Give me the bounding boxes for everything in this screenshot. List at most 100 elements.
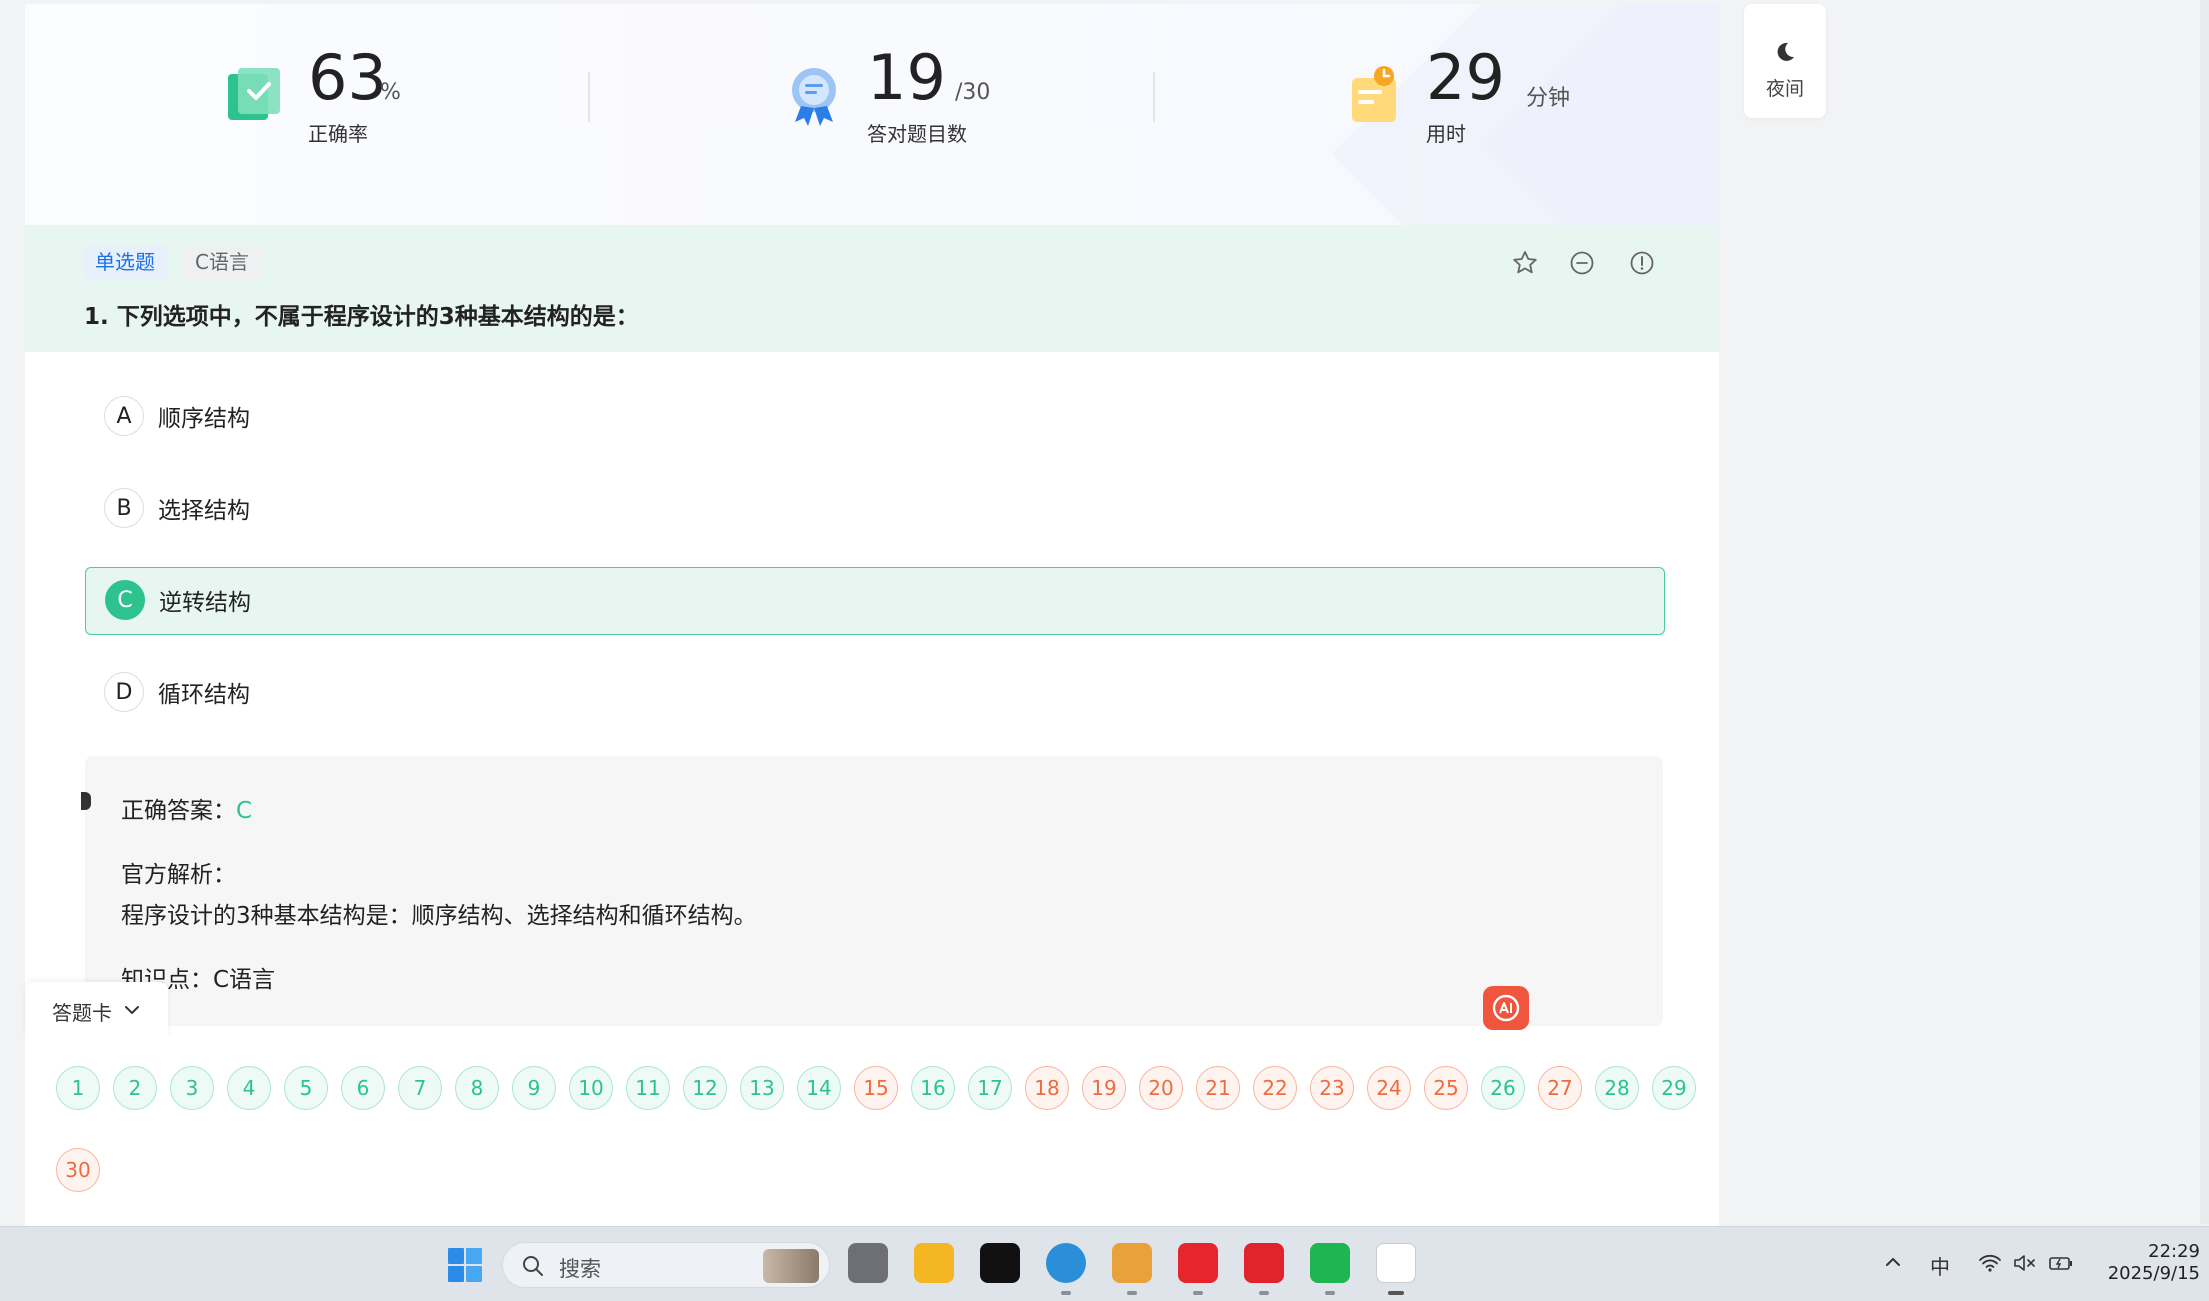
running-indicator [1259, 1291, 1269, 1295]
question-type-tag: 单选题 [83, 245, 167, 279]
stat-divider [588, 72, 590, 122]
time-value: 29 [1426, 41, 1505, 114]
clock-note-icon [1352, 66, 1396, 122]
answer-card-item-2[interactable]: 2 [113, 1066, 157, 1110]
qq-icon[interactable] [1376, 1243, 1416, 1283]
option-text: 逆转结构 [159, 590, 251, 616]
app-icon[interactable] [1112, 1243, 1152, 1283]
answer-card-item-27[interactable]: 27 [1538, 1066, 1582, 1110]
answer-card-item-29[interactable]: 29 [1652, 1066, 1696, 1110]
youdao-icon[interactable] [1244, 1243, 1284, 1283]
answer-card-item-4[interactable]: 4 [227, 1066, 271, 1110]
active-indicator [1388, 1291, 1404, 1295]
task-view-icon[interactable] [848, 1243, 888, 1283]
answer-card-item-13[interactable]: 13 [740, 1066, 784, 1110]
running-indicator [1325, 1291, 1335, 1295]
answer-card-item-23[interactable]: 23 [1310, 1066, 1354, 1110]
star-icon[interactable] [1511, 249, 1539, 277]
answer-card-item-14[interactable]: 14 [797, 1066, 841, 1110]
official-analysis-text: 程序设计的3种基本结构是：顺序结构、选择结构和循环结构。 [121, 903, 757, 929]
search-placeholder: 搜索 [559, 1257, 601, 1281]
option-b[interactable]: B 选择结构 [85, 476, 1663, 542]
analysis-panel: 正确答案：C 官方解析： 程序设计的3种基本结构是：顺序结构、选择结构和循环结构… [81, 756, 1663, 1026]
battery-charging-icon[interactable] [2048, 1253, 2074, 1273]
answer-card-item-9[interactable]: 9 [512, 1066, 556, 1110]
minus-circle-icon[interactable] [1568, 249, 1596, 277]
windows-start-icon[interactable] [446, 1246, 484, 1284]
answer-card-item-8[interactable]: 8 [455, 1066, 499, 1110]
answer-card-item-19[interactable]: 19 [1082, 1066, 1126, 1110]
netease-music-icon[interactable] [1178, 1243, 1218, 1283]
chevron-up-icon[interactable] [1884, 1255, 1902, 1269]
info-circle-icon[interactable] [1628, 249, 1656, 277]
official-analysis-label: 官方解析： [121, 862, 236, 888]
answer-card-item-22[interactable]: 22 [1253, 1066, 1297, 1110]
check-document-icon [228, 68, 280, 120]
option-text: 选择结构 [158, 498, 250, 524]
stats-bar: 63 % 正确率 19 /30 答对题目数 29 分钟 用时 [25, 4, 1719, 225]
answer-card-item-17[interactable]: 17 [968, 1066, 1012, 1110]
night-mode-button[interactable]: 夜间 [1744, 4, 1826, 118]
option-letter: D [104, 672, 144, 712]
running-indicator [1193, 1291, 1203, 1295]
answer-card-item-21[interactable]: 21 [1196, 1066, 1240, 1110]
answer-card-item-28[interactable]: 28 [1595, 1066, 1639, 1110]
question-title: 1. 下列选项中，不属于程序设计的3种基本结构的是： [84, 304, 639, 330]
correct-answer-label: 正确答案： [121, 798, 236, 824]
time-label: 用时 [1426, 122, 1466, 146]
option-d[interactable]: D 循环结构 [85, 660, 1663, 726]
night-mode-label: 夜间 [1765, 78, 1804, 100]
answer-card-item-10[interactable]: 10 [569, 1066, 613, 1110]
answer-card-item-3[interactable]: 3 [170, 1066, 214, 1110]
correct-answer-line: 正确答案：C [121, 791, 252, 825]
answer-card-label: 答题卡 [52, 1001, 112, 1025]
correct-count-label: 答对题目数 [867, 122, 967, 146]
ime-indicator[interactable]: 中 [1930, 1251, 1950, 1280]
answer-card-item-5[interactable]: 5 [284, 1066, 328, 1110]
answer-card-item-20[interactable]: 20 [1139, 1066, 1183, 1110]
taskbar-clock[interactable]: 22:29 2025/9/15 [2100, 1241, 2200, 1285]
accuracy-label: 正确率 [308, 122, 368, 146]
answer-card-item-16[interactable]: 16 [911, 1066, 955, 1110]
answer-card-item-18[interactable]: 18 [1025, 1066, 1069, 1110]
option-c[interactable]: C 逆转结构 [85, 567, 1665, 635]
option-a[interactable]: A 顺序结构 [85, 384, 1663, 450]
wechat-icon[interactable] [1310, 1243, 1350, 1283]
tiktok-icon[interactable] [980, 1243, 1020, 1283]
answer-card-item-7[interactable]: 7 [398, 1066, 442, 1110]
running-indicator [1061, 1291, 1071, 1295]
stat-divider [1153, 72, 1155, 122]
answer-card-item-1[interactable]: 1 [56, 1066, 100, 1110]
answer-card-item-25[interactable]: 25 [1424, 1066, 1468, 1110]
search-icon [523, 1256, 543, 1276]
edge-browser-icon[interactable] [1046, 1243, 1086, 1283]
answer-card-item-24[interactable]: 24 [1367, 1066, 1411, 1110]
answer-card-item-6[interactable]: 6 [341, 1066, 385, 1110]
question-header: 单选题 C语言 1. 下列选项中，不属于程序设计的3种基本结构的是： [25, 225, 1719, 352]
answer-card: 1 2 3 4 5 6 7 8 9 10 11 12 13 14 15 16 17 18 19 20 21 22 23 24 2… [26, 1036, 1718, 1224]
clock-time: 22:29 [2148, 1241, 2200, 1262]
ai-assistant-button[interactable] [1483, 986, 1529, 1030]
award-ribbon-icon [792, 68, 836, 126]
answer-card-item-30[interactable]: 30 [56, 1148, 100, 1192]
window-edge [2200, 0, 2209, 1224]
accuracy-unit: % [380, 80, 401, 105]
file-explorer-icon[interactable] [914, 1243, 954, 1283]
running-indicator [1127, 1291, 1137, 1295]
option-text: 顺序结构 [158, 406, 250, 432]
correct-answer-value: C [236, 798, 253, 824]
option-letter: A [104, 396, 144, 436]
answer-card-item-26[interactable]: 26 [1481, 1066, 1525, 1110]
answer-card-item-15[interactable]: 15 [854, 1066, 898, 1110]
option-letter: B [104, 488, 144, 528]
answer-card-item-11[interactable]: 11 [626, 1066, 670, 1110]
answer-card-item-12[interactable]: 12 [683, 1066, 727, 1110]
answer-card-toggle[interactable]: 答题卡 [26, 982, 168, 1038]
correct-count-value: 19 [867, 41, 946, 114]
correct-count-unit: /30 [955, 80, 991, 105]
wifi-icon[interactable] [1978, 1253, 2002, 1273]
volume-muted-icon[interactable] [2012, 1253, 2036, 1273]
search-highlight-image [763, 1249, 819, 1283]
taskbar-search[interactable]: 搜索 [502, 1242, 830, 1288]
chevron-down-icon [125, 1006, 139, 1014]
